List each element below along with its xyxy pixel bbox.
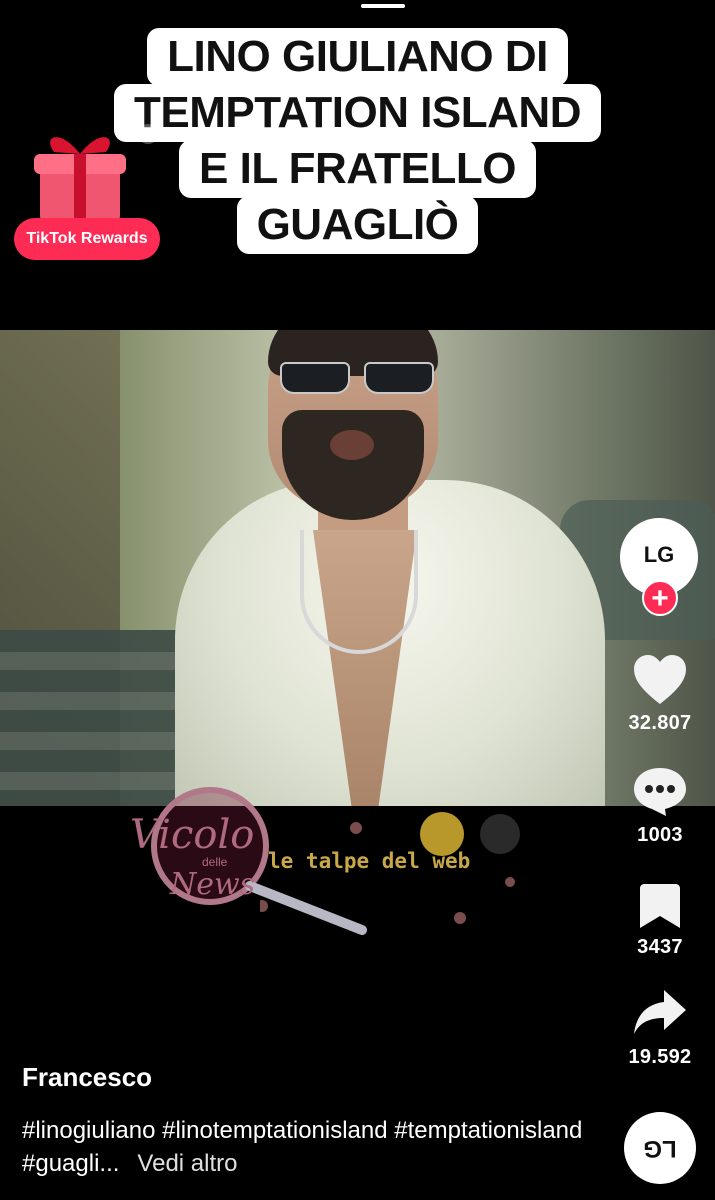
heart-icon bbox=[634, 655, 686, 704]
caption-line: LINO GIULIANO DI bbox=[147, 28, 568, 86]
caption-line: E IL FRATELLO bbox=[179, 140, 536, 198]
caption-line: GUAGLIÒ bbox=[236, 196, 479, 254]
gift-icon bbox=[34, 137, 126, 222]
comment-count: 1003 bbox=[637, 824, 683, 846]
talpe-watermark: le talpe del web bbox=[260, 812, 520, 924]
save-button[interactable]: 3437 bbox=[620, 882, 700, 959]
tiktok-rewards-widget[interactable]: × TikTok Rewards bbox=[14, 120, 160, 262]
comment-icon bbox=[634, 768, 686, 816]
music-disc-icon[interactable]: LG bbox=[624, 1112, 696, 1184]
see-more-link[interactable]: Vedi altro bbox=[137, 1150, 237, 1177]
rewards-label[interactable]: TikTok Rewards bbox=[14, 218, 160, 260]
svg-text:Vicolo: Vicolo bbox=[130, 812, 254, 858]
plus-icon[interactable]: + bbox=[642, 580, 678, 616]
person-chain bbox=[300, 530, 418, 654]
caption-line: TEMPTATION ISLAND bbox=[114, 84, 601, 142]
svg-text:News: News bbox=[169, 867, 255, 902]
svg-text:delle: delle bbox=[202, 855, 228, 869]
share-icon bbox=[634, 990, 686, 1034]
svg-text:le talpe del web: le talpe del web bbox=[268, 849, 470, 873]
save-count: 3437 bbox=[637, 936, 683, 958]
bookmark-icon bbox=[640, 884, 680, 928]
hashtags[interactable]: #linogiuliano #linotemptationisland #tem… bbox=[22, 1117, 582, 1177]
person-mouth bbox=[330, 430, 374, 460]
sheet-handle[interactable] bbox=[361, 4, 405, 8]
video-frame[interactable] bbox=[0, 330, 715, 806]
share-button[interactable]: 19.592 bbox=[620, 988, 700, 1069]
share-count: 19.592 bbox=[628, 1046, 692, 1068]
author-name[interactable]: Francesco bbox=[22, 1062, 152, 1093]
close-icon[interactable]: × bbox=[138, 124, 158, 144]
like-count: 32.807 bbox=[628, 712, 692, 734]
sunglasses bbox=[276, 362, 436, 394]
comment-button[interactable]: 1003 bbox=[620, 766, 700, 847]
like-button[interactable]: 32.807 bbox=[620, 654, 700, 735]
post-description: #linogiuliano #linotemptationisland #tem… bbox=[22, 1114, 612, 1180]
